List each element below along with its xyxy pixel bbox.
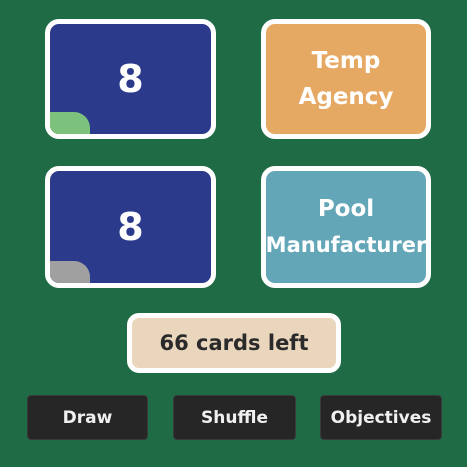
card-name: Temp Agency [298, 48, 394, 110]
objectives-button[interactable]: Objectives [320, 395, 442, 440]
business-card-pool-manufacturer[interactable]: Pool Manufacturer [261, 166, 431, 288]
cards-left-label: 66 cards left [159, 331, 309, 355]
shuffle-button[interactable]: Shuffle [173, 395, 296, 440]
number-card-1[interactable]: 8 [45, 19, 216, 139]
objectives-button-label: Objectives [330, 407, 432, 428]
card-corner-indicator [50, 112, 90, 134]
card-corner-indicator [50, 261, 90, 283]
shuffle-button-label: Shuffle [201, 407, 268, 428]
number-card-2[interactable]: 8 [45, 166, 216, 288]
card-name: Pool Manufacturer [265, 196, 427, 257]
business-card-temp-agency[interactable]: Temp Agency [261, 19, 431, 139]
card-value: 8 [117, 57, 144, 101]
draw-button[interactable]: Draw [27, 395, 148, 440]
card-value: 8 [117, 205, 144, 249]
draw-button-label: Draw [62, 407, 113, 428]
cards-left-counter: 66 cards left [127, 313, 341, 373]
